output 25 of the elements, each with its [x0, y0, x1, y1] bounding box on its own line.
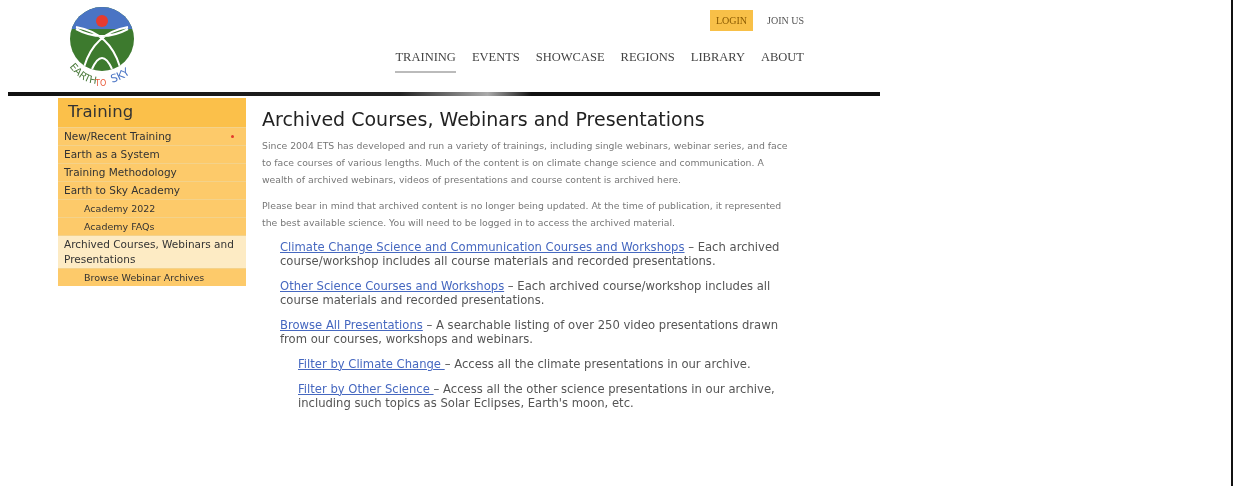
link-description: Filter by Climate Change – Access all the climate presentations in our archive.	[298, 356, 752, 371]
nav-link[interactable]: LIBRARY	[690, 48, 745, 73]
nav-link[interactable]: EVENTS	[471, 48, 520, 73]
sidebar-item[interactable]: Archived Courses, Webinars and Presentations	[58, 234, 246, 268]
archive-link[interactable]: Filter by Other Science	[298, 381, 434, 396]
nav-link[interactable]: ABOUT	[760, 48, 804, 73]
archive-link[interactable]: Browse All Presentations	[280, 317, 423, 332]
sidebar-title: Training	[58, 98, 246, 127]
intro-paragraph: Please bear in mind that archived content is no longer being updated. At the time of publication, it represented the best available science. You will need to be logged in to access the archived material.	[262, 198, 783, 230]
archive-link[interactable]: Filter by Climate Change	[298, 356, 445, 371]
intro-paragraph: Since 2004 ETS has developed and run a variety of trainings, including single webinars, webinar series, and face to face courses of various lengths. Much of the content is on climate change science and communication. A wealth of archived webinars, videos of presentations and course content is archived here.	[262, 138, 789, 187]
link-description: Climate Change Science and Communication Courses and Workshops – Each archived course/workshop includes all course materials and recorded presentations.	[280, 239, 781, 268]
page-title: Archived Courses, Webinars and Presentations	[262, 108, 706, 131]
archive-link[interactable]: Climate Change Science and Communication Courses and Workshops	[280, 239, 685, 254]
archive-link[interactable]: Other Science Courses and Workshops	[280, 278, 505, 293]
nav-link[interactable]: SHOWCASE	[535, 48, 605, 73]
join-link[interactable]: JOIN US	[761, 10, 810, 31]
link-description: Browse All Presentations – A searchable listing of over 250 video presentations drawn from our courses, workshops and webinars.	[280, 317, 779, 346]
logo-text: SKY	[109, 65, 133, 86]
nav-link[interactable]: TRAINING	[395, 48, 456, 73]
link-description: Filter by Other Science – Access all the other science presentations in our archive, including such topics as Solar Eclipses, Earth's moon, etc.	[298, 381, 776, 410]
logo-text: TO	[95, 79, 107, 88]
nav-link[interactable]: REGIONS	[620, 48, 675, 73]
link-description: Other Science Courses and Workshops – Each archived course/workshop includes all course materials and recorded presentations.	[280, 278, 772, 307]
login-button[interactable]: LOGIN	[709, 10, 754, 31]
